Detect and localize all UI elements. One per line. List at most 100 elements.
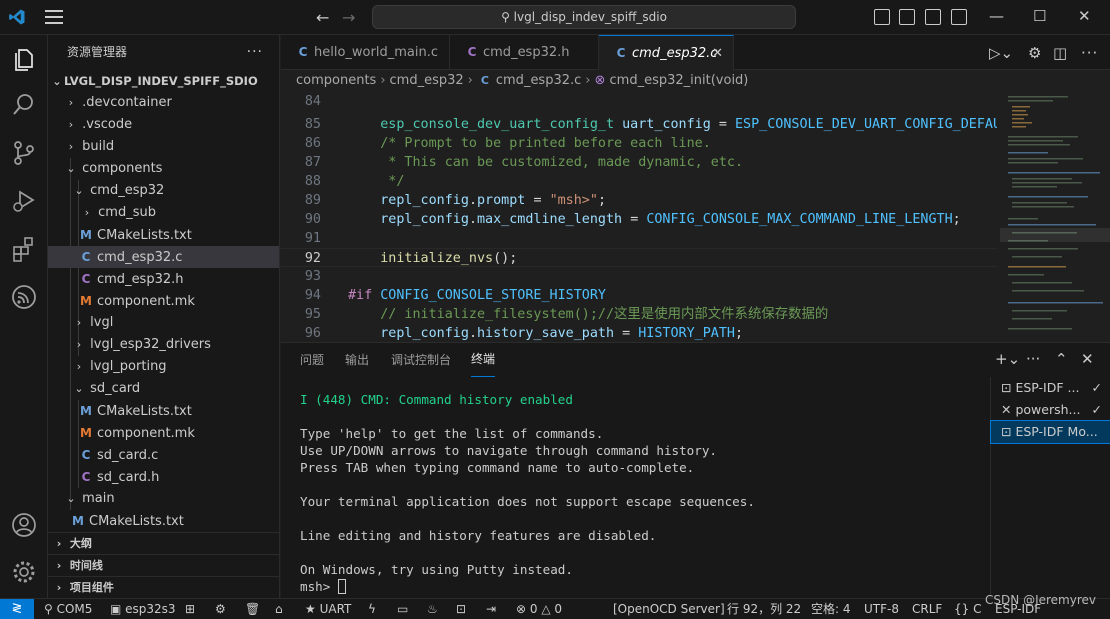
breadcrumb-symbol[interactable]: cmd_esp32_init(void)	[610, 73, 749, 88]
maximize-panel-icon[interactable]: ⌃	[1055, 350, 1068, 368]
sdk-config-icon[interactable]: ⊞	[185, 599, 195, 619]
run-debug-icon[interactable]	[10, 187, 38, 215]
breadcrumb-file[interactable]: cmd_esp32.c	[496, 73, 581, 88]
tree-folder-build[interactable]: › build	[48, 136, 279, 158]
tree-file-sd-cmakelists[interactable]: M CMakeLists.txt	[48, 400, 279, 422]
flash-type-item[interactable]: ★ UART	[305, 599, 351, 619]
line-number: 94	[304, 288, 321, 303]
serial-port-item[interactable]: ⚲ COM5	[44, 599, 92, 619]
tree-folder-sd-card[interactable]: ⌄ sd_card	[48, 378, 279, 400]
hamburger-menu-icon[interactable]	[45, 10, 63, 24]
breadcrumb-components[interactable]: components	[296, 73, 376, 88]
remote-window-icon[interactable]: ≷	[0, 599, 34, 619]
breadcrumb: components › cmd_esp32 › Ccmd_esp32.c › ⊗ cmd_…	[281, 70, 1110, 92]
openocd-server-item[interactable]: [OpenOCD Server]	[613, 599, 725, 619]
build-icon[interactable]: ⌂	[275, 599, 283, 619]
close-window-icon[interactable]: ✕	[1078, 7, 1091, 25]
run-code-icon[interactable]: ▷⌄	[989, 44, 1013, 62]
header-file-icon: C	[467, 45, 477, 59]
espressif-icon[interactable]	[10, 283, 38, 311]
tree-file-cmd-esp32-c[interactable]: Ccmd_esp32.c	[48, 246, 279, 268]
toggle-primary-sidebar-icon[interactable]	[874, 9, 890, 25]
panel-tab-output[interactable]: 输出	[345, 343, 369, 377]
terminal-item-esp-idf-monitor[interactable]: ⊡ ESP-IDF Mo...	[990, 420, 1110, 444]
terminal-item-esp-idf[interactable]: ⊡ ESP-IDF ... ✓	[991, 377, 1110, 399]
tab-cmd-esp32-h[interactable]: Ccmd_esp32.h	[450, 35, 599, 70]
tree-file-sd-card-h[interactable]: Csd_card.h	[48, 466, 279, 488]
indentation[interactable]: 空格: 4	[811, 599, 851, 619]
search-icon: ⚲	[501, 10, 514, 24]
tree-folder-components[interactable]: ⌄ components	[48, 158, 279, 180]
tree-file-main-cmakelists[interactable]: M CMakeLists.txt	[48, 510, 279, 532]
tree-item-label: lvgl_porting	[90, 359, 167, 374]
close-tab-icon[interactable]: ✕	[712, 36, 723, 71]
tab-cmd-esp32-c[interactable]: Ccmd_esp32.c ✕	[599, 35, 734, 70]
settings-gear-icon[interactable]: ⚙	[215, 599, 226, 619]
settings-gear-icon[interactable]	[10, 558, 38, 586]
arrow-left-icon[interactable]: ←	[316, 8, 329, 27]
close-panel-icon[interactable]: ✕	[1081, 350, 1094, 368]
accounts-icon[interactable]	[10, 511, 38, 539]
tree-file-sd-component-mk[interactable]: Mcomponent.mk	[48, 422, 279, 444]
cursor-position[interactable]: 行 92，列 22	[727, 599, 801, 619]
panel-tab-debug-console[interactable]: 调试控制台	[391, 343, 451, 377]
source-control-icon[interactable]	[10, 139, 38, 167]
arrow-right-icon[interactable]: →	[342, 8, 355, 27]
more-actions-icon[interactable]: ···	[1081, 44, 1098, 62]
problems-item[interactable]: ⊗ 0 △ 0	[516, 599, 562, 619]
more-actions-icon[interactable]: ···	[1026, 350, 1040, 368]
encoding[interactable]: UTF-8	[864, 599, 899, 619]
tree-item-label: cmd_sub	[98, 205, 156, 220]
maximize-icon[interactable]: ☐	[1033, 7, 1046, 25]
flash-icon[interactable]: ϟ	[368, 599, 376, 619]
section-label: 大纲	[69, 537, 92, 550]
target-item[interactable]: ▣ esp32s3	[110, 599, 176, 619]
language-item[interactable]: {} C	[954, 599, 981, 619]
extensions-icon[interactable]	[10, 235, 38, 263]
watermark: CSDN @Jeremyrev	[985, 593, 1096, 607]
customize-layout-icon[interactable]	[951, 9, 967, 25]
explorer-title: 资源管理器	[67, 45, 128, 59]
minimize-icon[interactable]: —	[989, 7, 1004, 25]
settings-gear-icon[interactable]: ⚙	[1028, 44, 1041, 62]
tab-hello-world-main[interactable]: Chello_world_main.c	[281, 35, 450, 70]
more-actions-icon[interactable]: ···	[247, 35, 263, 70]
end-of-line[interactable]: CRLF	[912, 599, 942, 619]
panel-tab-terminal[interactable]: 终端	[471, 343, 496, 377]
tree-folder-cmd-sub[interactable]: › cmd_sub	[48, 202, 279, 224]
explorer-root-folder[interactable]: ⌄ LVGL_DISP_INDEV_SPIFF_SDIO	[48, 70, 279, 92]
code-editor[interactable]: 84 85 esp_console_dev_uart_config_t uart…	[281, 92, 997, 342]
tree-folder-main[interactable]: ⌄ main	[48, 488, 279, 510]
tree-folder-lvgl-porting[interactable]: › lvgl_porting	[48, 356, 279, 378]
run-task-icon[interactable]: ⇥	[486, 599, 496, 619]
outline-section[interactable]: › 大纲	[48, 532, 279, 554]
flame-icon[interactable]: ♨	[427, 599, 438, 619]
tree-folder-cmd-esp32[interactable]: ⌄ cmd_esp32	[48, 180, 279, 202]
panel-tab-problems[interactable]: 问题	[300, 343, 324, 377]
tree-file-cmakelists[interactable]: M CMakeLists.txt	[48, 224, 279, 246]
command-center-search[interactable]: ⚲ lvgl_disp_indev_spiff_sdio	[372, 5, 796, 29]
terminal-line: I (448) CMD: Command history enabled	[300, 392, 573, 407]
new-terminal-icon[interactable]: +⌄	[995, 350, 1020, 368]
explorer-icon[interactable]	[10, 45, 38, 73]
tree-file-sd-card-c[interactable]: Csd_card.c	[48, 444, 279, 466]
tree-file-cmd-esp32-h[interactable]: Ccmd_esp32.h	[48, 268, 279, 290]
monitor-icon[interactable]: ▭	[397, 599, 408, 619]
terminal-item-powershell[interactable]: ✕ powersh... ✓	[991, 399, 1110, 421]
trash-icon[interactable]: 🗑	[245, 599, 260, 619]
tree-folder-lvgl-esp32-drivers[interactable]: › lvgl_esp32_drivers	[48, 334, 279, 356]
toggle-secondary-sidebar-icon[interactable]	[925, 9, 941, 25]
project-components-section[interactable]: › 项目组件	[48, 576, 279, 598]
toggle-panel-icon[interactable]	[899, 9, 915, 25]
split-editor-icon[interactable]: ◫	[1053, 44, 1067, 62]
tree-folder-devcontainer[interactable]: › .devcontainer	[48, 92, 279, 114]
tree-file-component-mk[interactable]: Mcomponent.mk	[48, 290, 279, 312]
breadcrumb-cmd-esp32[interactable]: cmd_esp32	[390, 73, 464, 88]
timeline-section[interactable]: › 时间线	[48, 554, 279, 576]
terminal-icon[interactable]: ⊡	[456, 599, 466, 619]
search-icon[interactable]	[10, 91, 38, 119]
minimap[interactable]	[1000, 92, 1110, 342]
tree-folder-lvgl[interactable]: › lvgl	[48, 312, 279, 334]
line-number: 84	[304, 94, 321, 109]
tree-folder-vscode[interactable]: › .vscode	[48, 114, 279, 136]
